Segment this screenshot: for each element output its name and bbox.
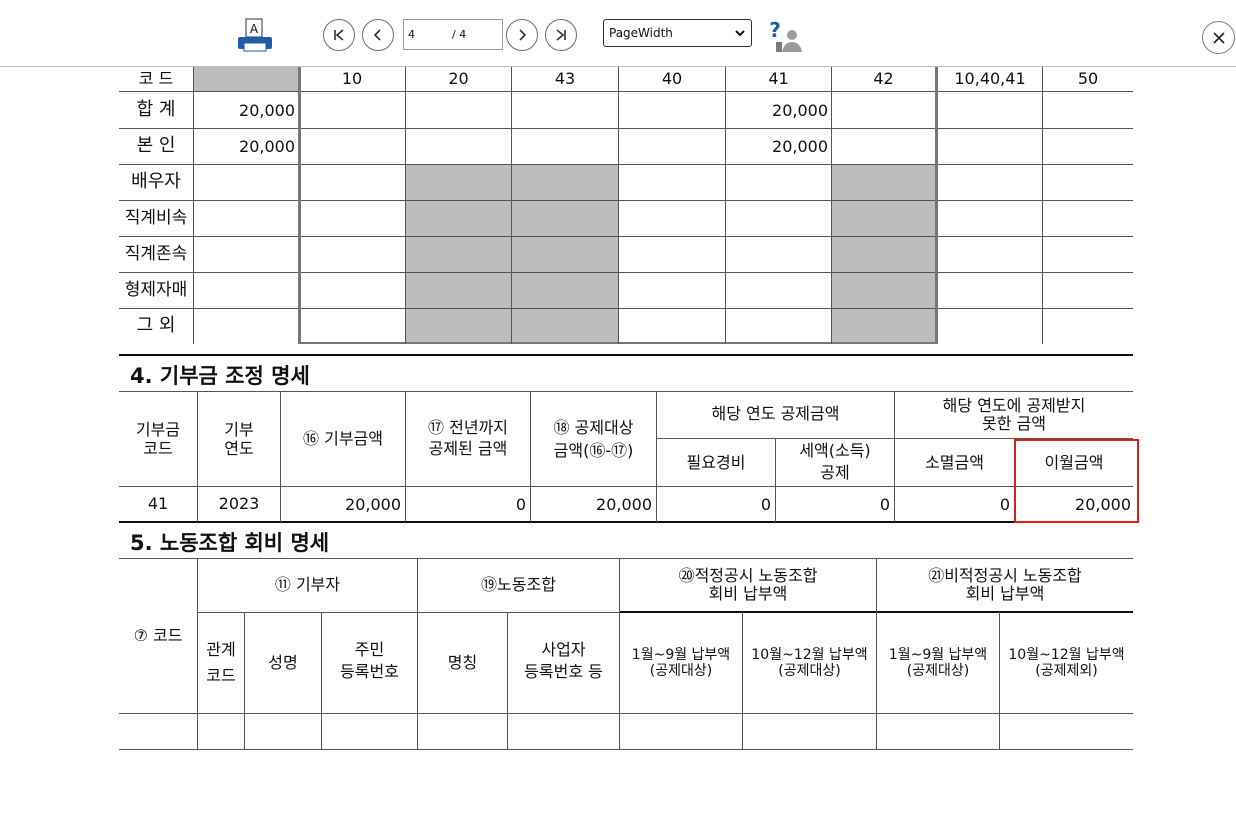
header-prev-1: ⑰ 전년까지 xyxy=(428,418,508,437)
zoom-select[interactable]: PageWidth xyxy=(603,19,752,47)
code-header: 40 xyxy=(661,69,683,88)
header-bizno-2: 등록번호 등 xyxy=(524,662,603,681)
first-page-button[interactable] xyxy=(323,19,355,51)
code41-amount: 20,000 xyxy=(772,101,828,120)
help-icon: ? xyxy=(769,18,802,52)
help-button[interactable]: ? xyxy=(766,18,804,56)
code-header: 41 xyxy=(768,69,789,88)
row-amount: 20,000 xyxy=(345,495,401,514)
shaded-cell xyxy=(832,164,936,344)
row-tax: 0 xyxy=(879,495,890,514)
shaded-cell xyxy=(193,67,299,91)
header-donation-code-1: 기부금 xyxy=(135,420,181,439)
header-proper-2: 회비 납부액 xyxy=(708,584,788,603)
code-header: 42 xyxy=(873,69,894,88)
header-year-2: 연도 xyxy=(224,439,254,458)
row-prev: 0 xyxy=(515,495,526,514)
header-target-1: ⑱ 공제대상 xyxy=(553,418,634,437)
document-page: 코 드 10 20 43 40 41 42 10,40,41 50 합 계 본 … xyxy=(0,67,1236,818)
row-expired: 0 xyxy=(999,495,1010,514)
header-name: 성명 xyxy=(268,653,298,672)
header-target-2: 금액(⑯-⑰) xyxy=(553,441,634,460)
total-pages: / 4 xyxy=(452,28,467,41)
printer-icon: A xyxy=(238,18,272,52)
row-label-self: 본 인 xyxy=(136,135,176,156)
svg-text:A: A xyxy=(250,22,259,36)
header-rrn-2: 등록번호 xyxy=(340,662,399,681)
header-year-1: 기부 xyxy=(224,420,254,439)
header-unused-group-1: 해당 연도에 공제받지 xyxy=(942,396,1086,415)
row-label-others: 그 외 xyxy=(136,315,176,336)
current-page-input[interactable] xyxy=(406,25,448,43)
row-label-descendants: 직계비속 xyxy=(124,208,188,228)
header-tax-2: 공제 xyxy=(820,463,850,482)
row-label-spouse: 배우자 xyxy=(131,171,181,192)
header-relation-2: 코드 xyxy=(206,666,236,685)
row-label-siblings: 형제자매 xyxy=(124,280,188,300)
header-p1-2: (공제대상) xyxy=(649,663,713,679)
last-page-button[interactable] xyxy=(545,19,577,51)
header-p2-2: (공제대상) xyxy=(778,663,841,679)
zoom-value: PageWidth xyxy=(609,26,673,40)
header-rrn-1: 주민 xyxy=(354,640,385,659)
header-i2-2: (공제제외) xyxy=(1035,663,1098,679)
row-label-total: 합 계 xyxy=(136,99,176,120)
chevron-right-icon xyxy=(519,29,527,41)
total-amount: 20,000 xyxy=(239,101,295,120)
code-header: 43 xyxy=(554,69,576,88)
close-icon xyxy=(1212,31,1225,44)
header-current-year-group: 해당 연도 공제금액 xyxy=(711,404,840,423)
row-label-ascendants: 직계존속 xyxy=(124,244,188,264)
last-page-icon xyxy=(556,29,566,41)
header-donation-code-2: 코드 xyxy=(143,439,173,458)
header-tax-1: 세액(소득) xyxy=(799,441,871,460)
header-donor: ⑪ 기부자 xyxy=(274,575,341,594)
next-page-button[interactable] xyxy=(506,19,538,51)
header-unused-group-2: 못한 금액 xyxy=(982,414,1046,433)
chevron-left-icon xyxy=(373,29,381,41)
print-button[interactable]: A xyxy=(236,17,274,55)
header-expense: 필요경비 xyxy=(686,453,746,472)
code-header: 10 xyxy=(341,69,363,88)
header-improper-1: ㉑비적정공시 노동조합 xyxy=(928,566,1082,585)
row-code: 41 xyxy=(147,494,169,513)
header-expired: 소멸금액 xyxy=(925,453,984,472)
header-union: ⑲노동조합 xyxy=(481,575,556,594)
header-prev-2: 공제된 금액 xyxy=(428,439,508,458)
header-bizno-1: 사업자 xyxy=(541,640,586,659)
section-4-title: 4. 기부금 조정 명세 xyxy=(130,364,310,388)
row-target: 20,000 xyxy=(596,495,652,514)
code-header: 10,40,41 xyxy=(954,69,1026,88)
prev-page-button[interactable] xyxy=(362,19,394,51)
header-i1-2: (공제대상) xyxy=(906,663,970,679)
header-proper-1: ⑳적정공시 노동조합 xyxy=(678,566,818,585)
self-code41-amount: 20,000 xyxy=(772,137,828,156)
close-button[interactable] xyxy=(1202,21,1235,54)
header-union-name: 명칭 xyxy=(447,653,478,672)
shaded-cell xyxy=(406,164,618,344)
row-year: 2023 xyxy=(218,494,260,513)
code-label: 코 드 xyxy=(138,69,174,88)
code-header: 20 xyxy=(448,69,469,88)
highlight-box xyxy=(1014,439,1139,523)
chevron-down-icon xyxy=(735,30,745,37)
page-number-box: / 4 xyxy=(403,19,503,50)
header-code: ⑦ 코드 xyxy=(133,626,183,645)
row-expense: 0 xyxy=(760,495,771,514)
svg-text:?: ? xyxy=(769,18,781,42)
first-page-icon xyxy=(334,29,344,41)
viewer-toolbar: A / 4 PageWidth ? xyxy=(0,0,1236,67)
section-5-title: 5. 노동조합 회비 명세 xyxy=(130,531,330,555)
header-amount: ⑯ 기부금액 xyxy=(303,429,383,448)
self-total-amount: 20,000 xyxy=(239,137,295,156)
header-relation-1: 관계 xyxy=(206,640,236,659)
header-improper-2: 회비 납부액 xyxy=(965,584,1045,603)
code-header: 50 xyxy=(1077,69,1099,88)
